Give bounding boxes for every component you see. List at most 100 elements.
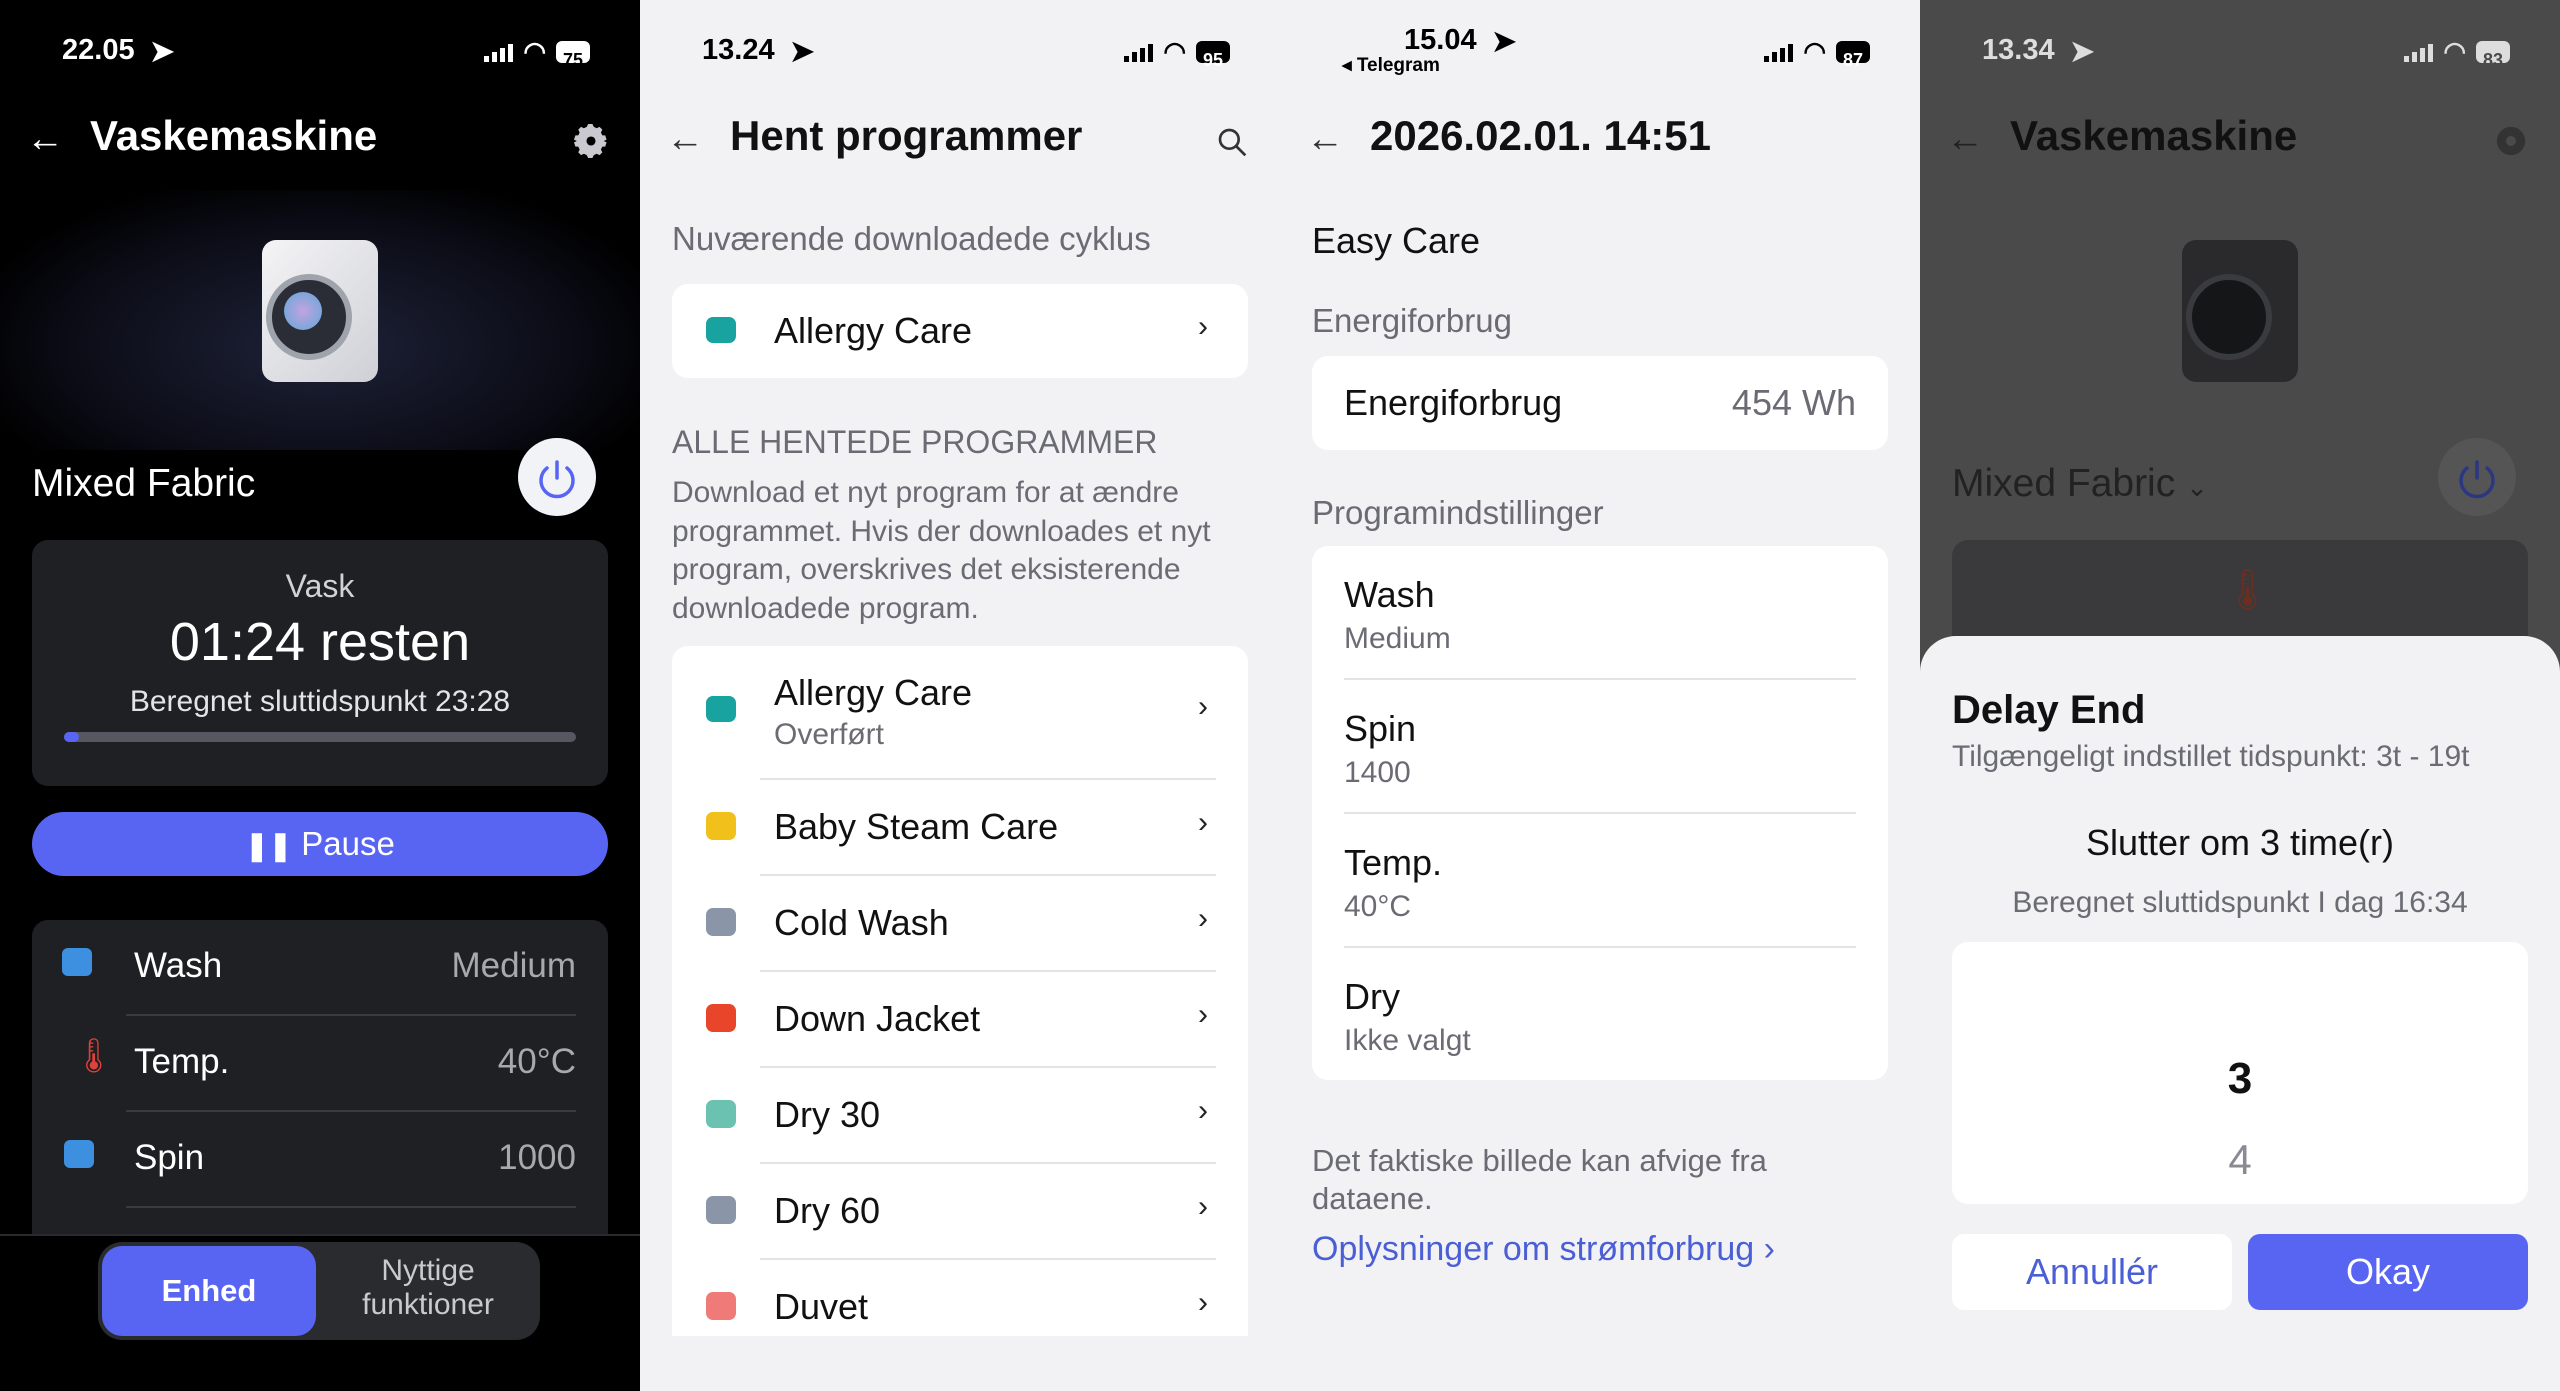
energy-heading: Energiforbrug <box>1312 302 1512 339</box>
setting-value: Ikke valgt <box>1344 1024 1471 1057</box>
status-bar: 13.24 ➤ ◠ 95 <box>702 34 1230 70</box>
energy-info-link[interactable]: Oplysninger om strømforbrug › <box>1312 1230 1775 1269</box>
status-time: 13.24 <box>702 34 775 66</box>
power-button[interactable] <box>518 438 596 516</box>
jacket-icon <box>706 1004 736 1032</box>
baby-icon <box>706 812 736 840</box>
battery-icon: 75 <box>556 40 590 70</box>
list-item[interactable]: Baby Steam Care › <box>672 780 1248 874</box>
back-arrow-icon[interactable]: ← <box>1946 118 1984 161</box>
setting-row[interactable]: Wash Medium <box>32 920 608 1014</box>
page-title: Vaskemaskine <box>2010 112 2298 159</box>
tab-enhed[interactable]: Enhed <box>102 1246 316 1336</box>
thermometer-icon: 🌡 <box>2222 568 2273 612</box>
status-bar: 22.05 ➤ ◠ 75 <box>62 34 590 70</box>
pause-button[interactable]: ❚❚ Pause <box>32 812 608 876</box>
program-label: Dry 60 <box>774 1190 881 1231</box>
setting-row[interactable]: 🌡 Temp. 40°C <box>32 1016 608 1110</box>
program-settings-card: Wash Medium Spin 1400 Temp. 40°C Dry Ikk… <box>1312 546 1888 1080</box>
ends-in-text: Slutter om 3 time(r) <box>2085 822 2395 863</box>
download-programs-screen: 13.24 ➤ ◠ 95 ← Hent programmer Nuværende… <box>640 0 1280 1391</box>
program-dropdown[interactable]: Mixed Fabric ⌄ <box>1952 462 2208 506</box>
location-icon: ➤ <box>790 36 815 68</box>
chevron-right-icon: › <box>1198 998 1208 1031</box>
search-icon[interactable] <box>1216 126 1248 158</box>
setting-row[interactable]: Spin 1000 <box>32 1112 608 1206</box>
settings-card: Wash Medium 🌡 Temp. 40°C Spin 1000 <box>32 920 608 1260</box>
signal-icon <box>484 42 514 62</box>
program-label: Allergy Care <box>774 672 973 713</box>
setting-label: Wash <box>1344 574 1435 615</box>
dry60-icon <box>706 1196 736 1224</box>
page-title: Vaskemaskine <box>90 112 378 159</box>
cancel-button[interactable]: Annullér <box>1952 1234 2232 1310</box>
list-item[interactable]: Dry 30 › <box>672 1068 1248 1162</box>
wash-icon <box>62 948 92 976</box>
energy-value: 454 Wh <box>1731 382 1856 423</box>
power-button[interactable] <box>2438 438 2516 516</box>
progress-fill <box>64 732 80 742</box>
current-program-item[interactable]: Allergy Care › <box>672 284 1248 378</box>
program-label: Dry 30 <box>774 1094 881 1135</box>
progress-bar <box>64 732 576 742</box>
gear-icon[interactable] <box>574 124 608 158</box>
washer-illustration <box>262 240 378 382</box>
status-bar: 13.34 ➤ ◠ 83 <box>1982 34 2510 70</box>
hour-picker[interactable]: 3 4 <box>1952 942 2528 1204</box>
settings-heading: Programindstillinger <box>1312 494 1604 531</box>
page-title: Hent programmer <box>730 112 1083 159</box>
wifi-icon: ◠ <box>2443 36 2466 66</box>
tab-label: Nyttige <box>381 1254 475 1287</box>
picker-next: 4 <box>2228 1136 2252 1183</box>
page-title: 2026.02.01. 14:51 <box>1370 112 1711 159</box>
location-icon: ➤ <box>2070 36 2095 68</box>
chevron-right-icon: › <box>1198 310 1208 343</box>
chevron-right-icon: › <box>1198 1190 1208 1223</box>
gear-icon[interactable] <box>2494 124 2528 158</box>
washer-hero <box>0 190 640 450</box>
programs-description: Download et nyt program for at ændre pro… <box>672 476 1211 625</box>
battery-icon: 87 <box>1836 40 1870 70</box>
wifi-icon: ◠ <box>523 36 546 66</box>
program-name: Mixed Fabric <box>32 462 256 505</box>
setting-value: 40°C <box>497 1042 576 1081</box>
program-status: Overført <box>774 718 884 751</box>
program-name: Mixed Fabric <box>1952 462 2176 505</box>
energy-card: Energiforbrug 454 Wh <box>1312 356 1888 450</box>
location-icon: ➤ <box>150 36 175 68</box>
back-to-app[interactable]: ◂ Telegram <box>1342 54 1440 77</box>
back-arrow-icon[interactable]: ← <box>1306 118 1344 161</box>
list-item[interactable]: Allergy Care Overført › <box>672 646 1248 778</box>
sheet-subtitle: Tilgængeligt indstillet tidspunkt: 3t - … <box>1952 740 2470 773</box>
back-arrow-icon[interactable]: ← <box>666 118 704 161</box>
battery-icon: 83 <box>2476 40 2510 70</box>
program-name: Easy Care <box>1312 220 1481 261</box>
program-label: Down Jacket <box>774 998 981 1039</box>
delay-end-sheet: Delay End Tilgængeligt indstillet tidspu… <box>1920 636 2560 1391</box>
allergy-icon <box>706 317 736 343</box>
setting-label: Spin <box>134 1138 205 1177</box>
okay-button[interactable]: Okay <box>2248 1234 2528 1310</box>
tab-nyttige-funktioner[interactable]: Nyttige funktioner <box>320 1254 536 1322</box>
chevron-right-icon: › <box>1198 1094 1208 1127</box>
back-arrow-icon[interactable]: ← <box>26 118 64 161</box>
sheet-title: Delay End <box>1952 688 2146 732</box>
status-time: 13.34 <box>1982 34 2055 66</box>
spin-icon <box>64 1140 94 1168</box>
cold-wash-icon <box>706 908 736 936</box>
estimated-end: Beregnet sluttidspunkt I dag 16:34 <box>2012 886 2468 919</box>
link-label: Oplysninger om strømforbrug <box>1312 1230 1755 1268</box>
list-item[interactable]: Cold Wash › <box>672 876 1248 970</box>
signal-icon <box>2404 42 2434 62</box>
allergy-icon <box>706 696 736 722</box>
list-item[interactable]: Down Jacket › <box>672 972 1248 1066</box>
list-item[interactable]: Dry 60 › <box>672 1164 1248 1258</box>
location-icon: ➤ <box>1492 26 1517 58</box>
segmented-tabs: Enhed Nyttige funktioner <box>98 1242 540 1340</box>
energy-label: Energiforbrug <box>1344 382 1563 423</box>
wifi-icon: ◠ <box>1803 36 1826 66</box>
setting-label: Spin <box>1344 708 1417 749</box>
chevron-down-icon: ⌄ <box>2186 472 2208 502</box>
status-time: 15.04 <box>1404 24 1477 56</box>
current-section-heading: Nuværende downloadede cyklus <box>672 220 1151 257</box>
